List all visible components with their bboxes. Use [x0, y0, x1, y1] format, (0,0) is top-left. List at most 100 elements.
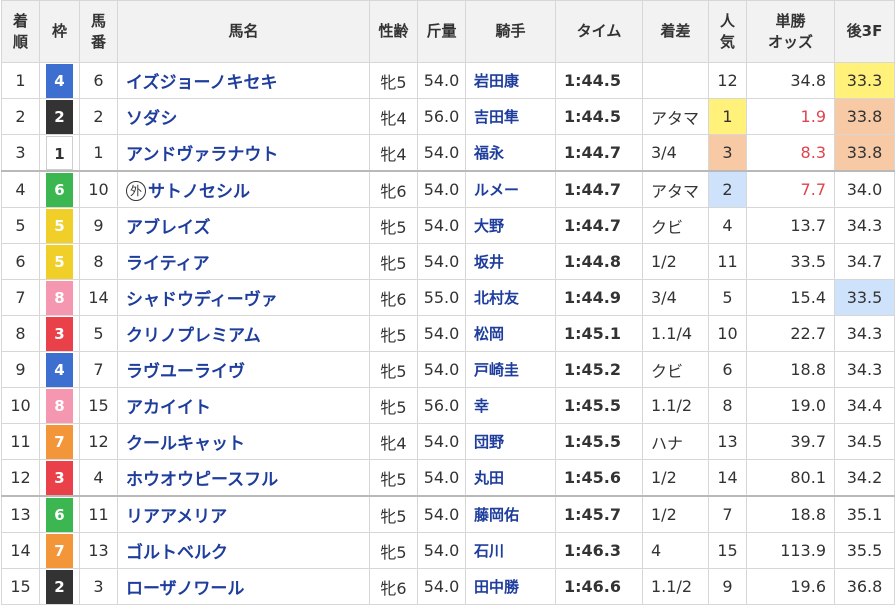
header-umaban[interactable]: 馬番 [79, 0, 118, 63]
time-cell: 1:45.1 [555, 315, 643, 352]
jockey-link[interactable]: 坂井 [465, 243, 556, 280]
jockey-link[interactable]: 幸 [465, 387, 556, 424]
header-popularity[interactable]: 人気 [708, 0, 747, 63]
weight-cell: 54.0 [417, 134, 466, 172]
margin-cell: 1.1/2 [642, 387, 709, 424]
header-horse-name[interactable]: 馬名 [117, 0, 370, 63]
umaban-cell: 6 [79, 62, 118, 99]
sex-age-cell: 牝6 [369, 170, 418, 208]
umaban-cell: 9 [79, 207, 118, 244]
sex-age-cell: 牝5 [369, 351, 418, 388]
header-time[interactable]: タイム [555, 0, 643, 63]
header-waku[interactable]: 枠 [39, 0, 80, 63]
popularity-cell: 15 [708, 532, 747, 569]
jockey-link[interactable]: ルメー [465, 170, 556, 208]
waku-badge: 2 [46, 569, 73, 604]
margin-cell: クビ [642, 207, 709, 244]
header-margin[interactable]: 着差 [642, 0, 709, 63]
umaban-cell: 15 [79, 387, 118, 424]
time-cell: 1:45.2 [555, 351, 643, 388]
sex-age-cell: 牝5 [369, 532, 418, 569]
win-odds-cell: 19.6 [746, 568, 835, 605]
margin-cell: 1/2 [642, 459, 709, 497]
horse-name[interactable]: ソダシ [126, 109, 177, 129]
win-odds-cell: 22.7 [746, 315, 835, 352]
horse-name[interactable]: シャドウディーヴァ [126, 290, 278, 310]
last-3f-cell: 34.4 [834, 387, 895, 424]
header-jockey[interactable]: 騎手 [465, 0, 556, 63]
waku-badge: 5 [46, 208, 73, 243]
jockey-link[interactable]: 大野 [465, 207, 556, 244]
jockey-link[interactable]: 戸崎圭 [465, 351, 556, 388]
waku-badge: 5 [46, 244, 73, 279]
jockey-link[interactable]: 北村友 [465, 279, 556, 316]
horse-name-link[interactable]: ラヴユーライヴ [117, 351, 370, 388]
weight-cell: 55.0 [417, 279, 466, 316]
horse-name-link[interactable]: ホウオウピースフル [117, 459, 370, 497]
jockey-link[interactable]: 藤岡佑 [465, 495, 556, 533]
horse-name[interactable]: クールキャット [126, 434, 245, 454]
jockey-link[interactable]: 丸田 [465, 459, 556, 497]
header-sex-age[interactable]: 性齢 [369, 0, 418, 63]
horse-name[interactable]: アカイイト [126, 398, 211, 418]
waku-cell: 5 [39, 243, 80, 280]
time-cell: 1:44.8 [555, 243, 643, 280]
header-weight[interactable]: 斤量 [417, 0, 466, 63]
jockey-link[interactable]: 田中勝 [465, 568, 556, 605]
table-row: 13 6 11 リアアメリア 牝5 54.0 藤岡佑 1:45.7 1/2 7 18.8 35.1 [1, 495, 895, 533]
jockey-link[interactable]: 岩田康 [465, 62, 556, 99]
horse-name-link[interactable]: アンドヴァラナウト [117, 134, 370, 172]
horse-name-link[interactable]: ソダシ [117, 98, 370, 135]
weight-cell: 54.0 [417, 62, 466, 99]
horse-name[interactable]: リアアメリア [126, 507, 227, 527]
rank-cell: 3 [1, 134, 40, 172]
table-row: 2 2 2 ソダシ 牝4 56.0 吉田隼 1:44.5 アタマ 1 1.9 33.8 [1, 98, 895, 135]
waku-cell: 3 [39, 315, 80, 352]
horse-name-link[interactable]: イズジョーノキセキ [117, 62, 370, 99]
horse-name-link[interactable]: クリノプレミアム [117, 315, 370, 352]
waku-cell: 8 [39, 279, 80, 316]
rank-cell: 5 [1, 207, 40, 244]
horse-name[interactable]: イズジョーノキセキ [126, 73, 277, 93]
horse-name-link[interactable]: クールキャット [117, 423, 370, 460]
horse-name-link[interactable]: 外サトノセシル [117, 170, 370, 208]
waku-cell: 4 [39, 62, 80, 99]
jockey-link[interactable]: 団野 [465, 423, 556, 460]
header-last-3f[interactable]: 後3F [834, 0, 895, 63]
horse-name-link[interactable]: リアアメリア [117, 495, 370, 533]
jockey-link[interactable]: 吉田隼 [465, 98, 556, 135]
last-3f-cell: 34.7 [834, 243, 895, 280]
header-win-odds[interactable]: 単勝 オッズ [746, 0, 835, 63]
horse-name[interactable]: ホウオウピースフル [126, 470, 278, 490]
horse-name-link[interactable]: アブレイズ [117, 207, 370, 244]
horse-name[interactable]: ライティア [126, 254, 210, 274]
rank-cell: 12 [1, 459, 40, 497]
jockey-link[interactable]: 石川 [465, 532, 556, 569]
waku-cell: 2 [39, 568, 80, 605]
weight-cell: 54.0 [417, 170, 466, 208]
horse-name[interactable]: ラヴユーライヴ [126, 362, 245, 382]
horse-name[interactable]: ローザノワール [126, 579, 244, 599]
jockey-link[interactable]: 福永 [465, 134, 556, 172]
horse-name[interactable]: アブレイズ [126, 218, 211, 238]
horse-name[interactable]: アンドヴァラナウト [126, 145, 278, 165]
horse-name[interactable]: クリノプレミアム [126, 326, 261, 346]
table-row: 1 4 6 イズジョーノキセキ 牝5 54.0 岩田康 1:44.5 12 34.8 33.3 [1, 62, 895, 99]
rank-cell: 4 [1, 170, 40, 208]
weight-cell: 54.0 [417, 459, 466, 497]
horse-name-link[interactable]: ローザノワール [117, 568, 370, 605]
jockey-link[interactable]: 松岡 [465, 315, 556, 352]
sex-age-cell: 牝4 [369, 423, 418, 460]
horse-name-link[interactable]: ゴルトベルク [117, 532, 370, 569]
time-cell: 1:46.6 [555, 568, 643, 605]
horse-name-link[interactable]: シャドウディーヴァ [117, 279, 370, 316]
waku-cell: 2 [39, 98, 80, 135]
horse-name-link[interactable]: アカイイト [117, 387, 370, 424]
header-rank[interactable]: 着順 [1, 0, 40, 63]
table-row: 4 6 10 外サトノセシル 牝6 54.0 ルメー 1:44.7 アタマ 2 7.7 34.0 [1, 170, 895, 208]
horse-name[interactable]: サトノセシル [148, 182, 250, 202]
table-row: 7 8 14 シャドウディーヴァ 牝6 55.0 北村友 1:44.9 3/4 5 15.4 33.5 [1, 279, 895, 316]
horse-name[interactable]: ゴルトベルク [126, 543, 228, 563]
sex-age-cell: 牝5 [369, 315, 418, 352]
horse-name-link[interactable]: ライティア [117, 243, 370, 280]
